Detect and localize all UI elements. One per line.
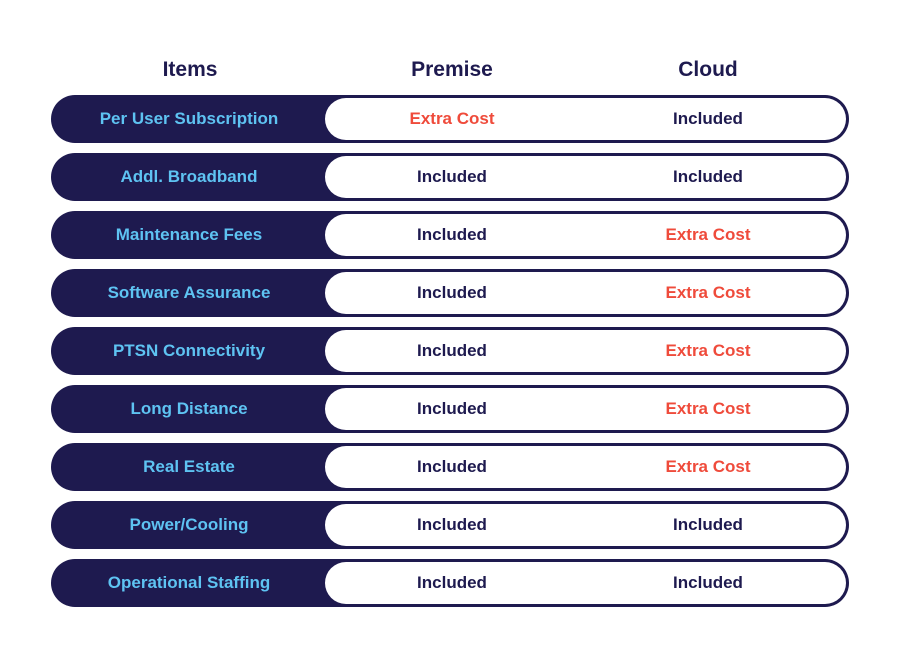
item-label: PTSN Connectivity: [112, 341, 266, 360]
comparison-table: Per User Subscription Extra Cost Included A…: [51, 95, 849, 617]
table-row: Long Distance Included Extra Cost: [51, 385, 849, 433]
header-items: Items: [162, 58, 218, 81]
cloud-value: Included: [673, 167, 743, 186]
item-label: Maintenance Fees: [115, 225, 263, 244]
premise-value: Included: [417, 515, 487, 534]
premise-value: Included: [417, 341, 487, 360]
premise-value: Included: [417, 573, 487, 592]
values-pill: Included Extra Cost: [325, 446, 846, 488]
values-pill: Included Extra Cost: [325, 272, 846, 314]
values-pill: Included Extra Cost: [325, 388, 846, 430]
premise-value: Included: [417, 399, 487, 418]
table-row: Power/Cooling Included Included: [51, 501, 849, 549]
premise-value: Included: [417, 457, 487, 476]
item-label: Long Distance: [130, 399, 248, 418]
table-row: Per User Subscription Extra Cost Included: [51, 95, 849, 143]
values-pill: Extra Cost Included: [325, 98, 846, 140]
cloud-value: Extra Cost: [665, 225, 751, 244]
values-pill: Included Included: [325, 504, 846, 546]
item-label: Per User Subscription: [99, 109, 279, 128]
cloud-value: Included: [673, 573, 743, 592]
item-label: Software Assurance: [107, 283, 271, 302]
values-pill: Included Extra Cost: [325, 214, 846, 256]
values-pill: Included Extra Cost: [325, 330, 846, 372]
table-row: Software Assurance Included Extra Cost: [51, 269, 849, 317]
values-pill: Included Included: [325, 156, 846, 198]
cloud-value: Extra Cost: [665, 283, 751, 302]
cloud-value: Extra Cost: [665, 399, 751, 418]
cloud-value: Extra Cost: [665, 341, 751, 360]
cloud-value: Included: [673, 109, 743, 128]
cloud-value: Included: [673, 515, 743, 534]
table-row: Addl. Broadband Included Included: [51, 153, 849, 201]
header-cloud: Cloud: [678, 58, 738, 81]
item-label: Addl. Broadband: [120, 167, 258, 186]
premise-value: Included: [417, 225, 487, 244]
table-row: Maintenance Fees Included Extra Cost: [51, 211, 849, 259]
item-label: Real Estate: [143, 457, 235, 476]
premise-value: Extra Cost: [409, 109, 495, 128]
table-row: Operational Staffing Included Included: [51, 559, 849, 607]
table-row: PTSN Connectivity Included Extra Cost: [51, 327, 849, 375]
values-pill: Included Included: [325, 562, 846, 604]
header-premise: Premise: [411, 58, 493, 81]
cloud-value: Extra Cost: [665, 457, 751, 476]
premise-value: Included: [417, 167, 487, 186]
column-headers: Items Premise Cloud: [0, 58, 901, 88]
item-label: Power/Cooling: [129, 515, 249, 534]
item-label: Operational Staffing: [107, 573, 271, 592]
premise-value: Included: [417, 283, 487, 302]
table-row: Real Estate Included Extra Cost: [51, 443, 849, 491]
